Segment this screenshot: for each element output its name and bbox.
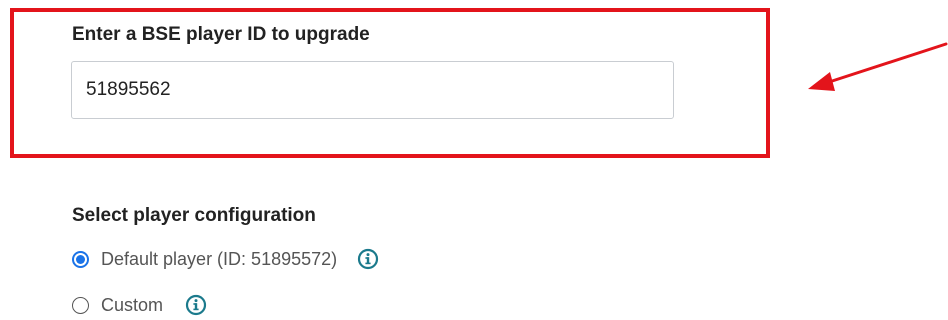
arrow-icon <box>808 42 948 91</box>
info-icon[interactable] <box>185 294 207 316</box>
player-configuration-heading: Select player configuration <box>72 205 316 226</box>
custom-radio[interactable] <box>72 296 89 314</box>
default-player-radio[interactable] <box>72 250 89 268</box>
default-player-label[interactable]: Default player (ID: 51895572) <box>101 249 337 270</box>
radio-option-default-player[interactable]: Default player (ID: 51895572) <box>72 246 379 272</box>
info-icon[interactable] <box>357 248 379 270</box>
radio-option-custom[interactable]: Custom <box>72 292 207 318</box>
custom-label[interactable]: Custom <box>101 295 163 316</box>
player-id-input[interactable] <box>71 61 674 119</box>
player-id-label: Enter a BSE player ID to upgrade <box>72 24 370 45</box>
